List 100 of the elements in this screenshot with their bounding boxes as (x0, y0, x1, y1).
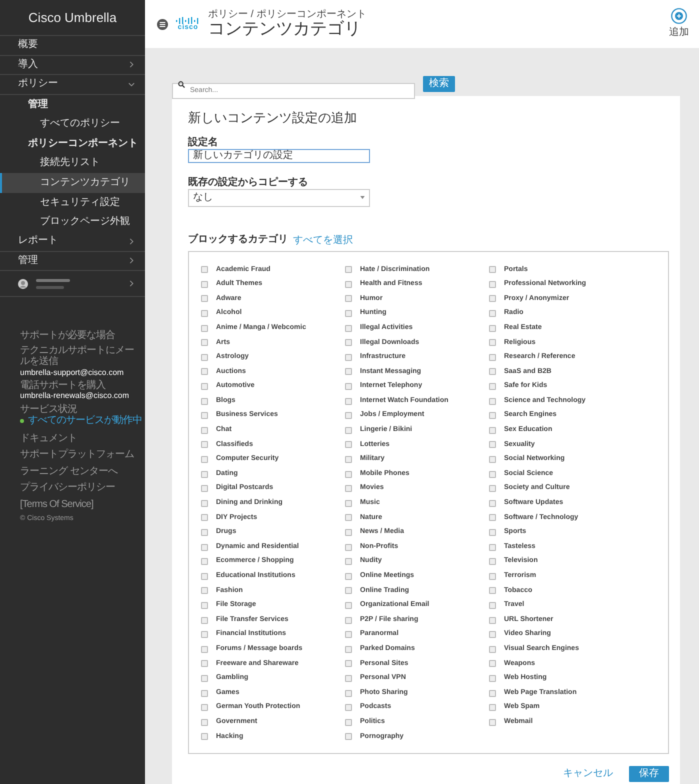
checkbox[interactable] (489, 528, 496, 536)
checkbox[interactable] (489, 660, 496, 668)
checkbox[interactable] (345, 412, 352, 420)
nav-item[interactable]: レポート (0, 232, 145, 252)
checkbox[interactable] (345, 514, 352, 522)
search-button[interactable]: 検索 (423, 76, 455, 92)
nav-item[interactable]: 接続先リスト (0, 154, 145, 174)
menu-icon[interactable] (157, 18, 168, 30)
checkbox[interactable] (201, 660, 208, 668)
checkbox[interactable] (201, 456, 208, 464)
footer-link[interactable]: ラーニング センターへ (20, 466, 143, 477)
checkbox[interactable] (489, 426, 496, 434)
checkbox[interactable] (345, 398, 352, 405)
checkbox[interactable] (201, 733, 208, 740)
checkbox[interactable] (345, 690, 352, 697)
checkbox[interactable] (201, 266, 208, 274)
checkbox[interactable] (201, 324, 208, 332)
nav-item[interactable]: セキュリティ設定 (0, 192, 145, 212)
checkbox[interactable] (201, 602, 208, 609)
checkbox[interactable] (345, 470, 352, 478)
checkbox[interactable] (201, 646, 208, 653)
checkbox[interactable] (201, 310, 208, 318)
nav-item[interactable]: すべてのポリシー (0, 114, 145, 134)
checkbox[interactable] (489, 339, 496, 346)
footer-link[interactable]: [Terms Of Service] (20, 498, 143, 510)
checkbox[interactable] (489, 456, 496, 464)
checkbox[interactable] (345, 674, 352, 682)
checkbox[interactable] (345, 324, 352, 332)
checkbox[interactable] (489, 514, 496, 522)
checkbox[interactable] (345, 646, 352, 653)
checkbox[interactable] (201, 718, 208, 726)
checkbox[interactable] (489, 324, 496, 332)
checkbox[interactable] (345, 616, 352, 624)
footer-link[interactable]: サポートプラットフォーム (20, 449, 143, 460)
footer-link[interactable]: ドキュメント (20, 432, 143, 444)
checkbox[interactable] (489, 718, 496, 726)
checkbox[interactable] (489, 398, 496, 405)
checkbox[interactable] (345, 310, 352, 318)
support-email[interactable]: umbrella-renewals@cisco.com (20, 391, 143, 400)
checkbox[interactable] (345, 280, 352, 288)
checkbox[interactable] (489, 295, 496, 302)
checkbox[interactable] (345, 587, 352, 594)
checkbox[interactable] (201, 514, 208, 522)
copy-dropdown[interactable]: なし (188, 188, 370, 206)
checkbox[interactable] (345, 602, 352, 609)
checkbox[interactable] (201, 339, 208, 346)
service-status[interactable]: すべてのサービスが動作中 (20, 415, 143, 426)
checkbox[interactable] (489, 631, 496, 638)
nav-item[interactable]: ポリシーコンポーネント (0, 134, 145, 154)
checkbox[interactable] (489, 558, 496, 566)
checkbox[interactable] (489, 587, 496, 594)
add-label[interactable]: 追加 (669, 25, 689, 40)
checkbox[interactable] (489, 280, 496, 288)
checkbox[interactable] (201, 587, 208, 594)
checkbox[interactable] (345, 354, 352, 361)
checkbox[interactable] (201, 674, 208, 682)
save-button[interactable]: 保存 (629, 766, 669, 782)
checkbox[interactable] (489, 704, 496, 712)
checkbox[interactable] (201, 383, 208, 390)
checkbox[interactable] (489, 368, 496, 376)
checkbox[interactable] (345, 339, 352, 346)
checkbox[interactable] (489, 485, 496, 492)
checkbox[interactable] (345, 528, 352, 536)
checkbox[interactable] (489, 412, 496, 420)
checkbox[interactable] (201, 500, 208, 507)
checkbox[interactable] (345, 704, 352, 712)
checkbox[interactable] (345, 441, 352, 448)
checkbox[interactable] (201, 280, 208, 288)
checkbox[interactable] (201, 572, 208, 580)
checkbox[interactable] (201, 368, 208, 376)
checkbox[interactable] (489, 470, 496, 478)
checkbox[interactable] (201, 354, 208, 361)
checkbox[interactable] (345, 558, 352, 566)
checkbox[interactable] (489, 616, 496, 624)
checkbox[interactable] (489, 266, 496, 274)
checkbox[interactable] (201, 558, 208, 566)
checkbox[interactable] (489, 674, 496, 682)
nav-item[interactable]: ブロックページ外観 (0, 212, 145, 232)
nav-item[interactable]: 概要 (0, 36, 145, 56)
checkbox[interactable] (489, 690, 496, 697)
checkbox[interactable] (345, 266, 352, 274)
checkbox[interactable] (489, 500, 496, 507)
checkbox[interactable] (345, 500, 352, 507)
checkbox[interactable] (201, 470, 208, 478)
checkbox[interactable] (489, 383, 496, 390)
checkbox[interactable] (201, 398, 208, 405)
checkbox[interactable] (489, 544, 496, 551)
checkbox[interactable] (345, 733, 352, 740)
nav-item[interactable]: ポリシー (0, 75, 145, 95)
checkbox[interactable] (201, 426, 208, 434)
checkbox[interactable] (345, 718, 352, 726)
checkbox[interactable] (489, 354, 496, 361)
checkbox[interactable] (201, 485, 208, 492)
checkbox[interactable] (345, 660, 352, 668)
name-field[interactable]: 新しいカテゴリの設定 (188, 148, 370, 162)
checkbox[interactable] (201, 704, 208, 712)
checkbox[interactable] (345, 572, 352, 580)
checkbox[interactable] (201, 295, 208, 302)
checkbox[interactable] (345, 456, 352, 464)
checkbox[interactable] (345, 383, 352, 390)
